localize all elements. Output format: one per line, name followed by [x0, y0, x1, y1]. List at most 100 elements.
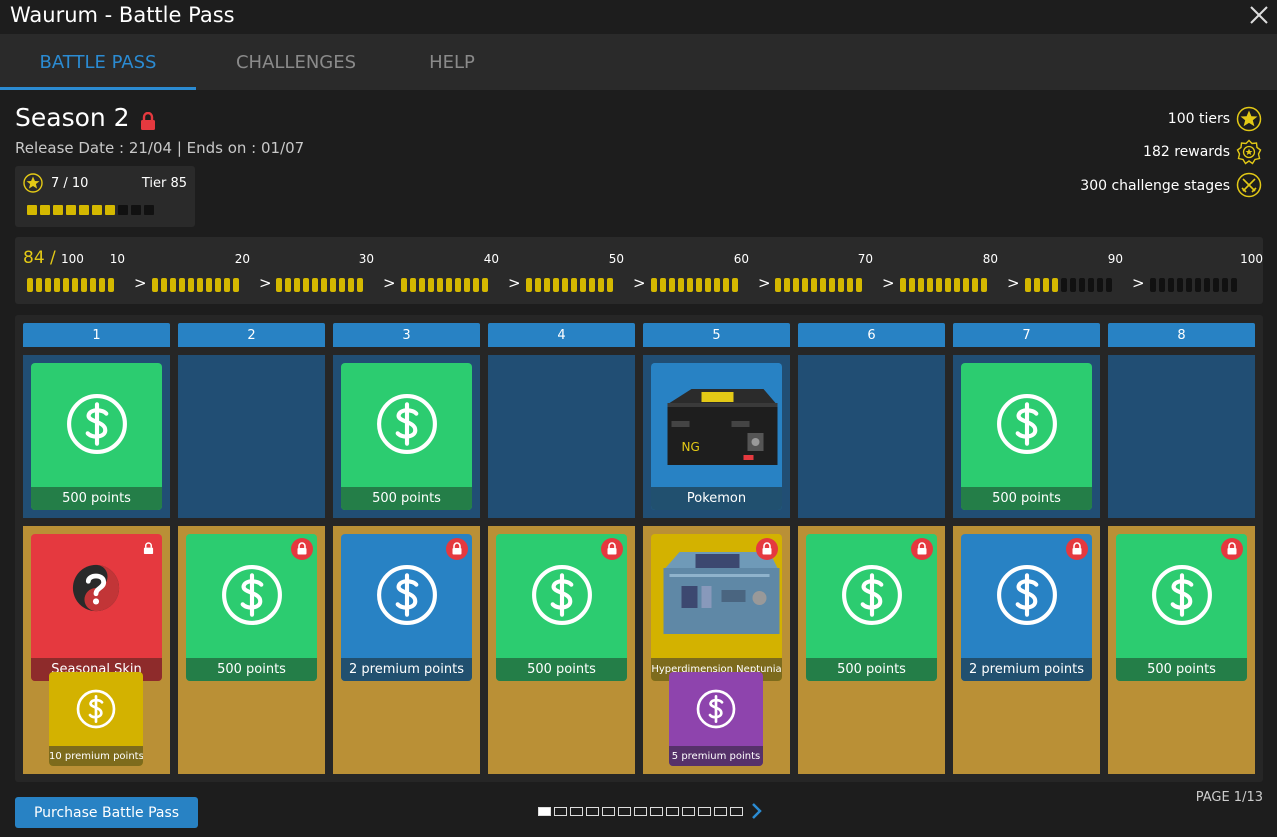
page-dot[interactable]	[682, 807, 695, 816]
title-bar: Waurum - Battle Pass	[0, 0, 1277, 34]
reward-label: 500 points	[496, 658, 627, 681]
crossed-swords-icon	[1236, 172, 1262, 198]
extra-reward-card[interactable]: 10 premium points	[49, 672, 143, 766]
tier-segment	[285, 278, 291, 292]
tier-marker: 10	[109, 252, 125, 266]
tab-help[interactable]: HELP	[396, 34, 508, 90]
tier-segment	[963, 278, 969, 292]
reward-card[interactable]: Seasonal Skin	[31, 534, 162, 681]
tier-marker: 40	[483, 252, 499, 266]
tier-segment	[1186, 278, 1192, 292]
page-indicator	[538, 807, 743, 816]
page-dot[interactable]	[714, 807, 727, 816]
tab-bar: BATTLE PASS CHALLENGES HELP	[0, 34, 1277, 90]
reward-card[interactable]: 500 points	[31, 363, 162, 510]
reward-card[interactable]: 500 points	[186, 534, 317, 681]
reward-card[interactable]: 2 premium points	[961, 534, 1092, 681]
page-label: PAGE 1/13	[1195, 790, 1263, 805]
star-icon	[1236, 106, 1262, 132]
release-date: Release Date : 21/04 | Ends on : 01/07	[15, 139, 305, 157]
chevron-right-icon: >	[259, 274, 272, 292]
page-dot[interactable]	[586, 807, 599, 816]
reward-card[interactable]: 2 premium points	[341, 534, 472, 681]
tab-challenges[interactable]: CHALLENGES	[196, 34, 396, 90]
dollar-coin-icon	[997, 394, 1057, 454]
tier-segment	[233, 278, 239, 292]
dollar-coin-icon	[222, 565, 282, 625]
page-dot[interactable]	[650, 807, 663, 816]
reward-card[interactable]: Hyperdimension Neptunia	[651, 534, 782, 681]
page-dot[interactable]	[602, 807, 615, 816]
free-reward-slot: 500 points	[333, 355, 480, 518]
tier-segment	[1043, 278, 1049, 292]
lock-icon	[756, 538, 778, 560]
tier-segment	[1159, 278, 1165, 292]
tier-segment	[1070, 278, 1076, 292]
tier-marker: 80	[982, 252, 998, 266]
reward-label: 500 points	[806, 658, 937, 681]
svg-text:NG: NG	[682, 440, 700, 454]
tier-marker: 60	[733, 252, 749, 266]
chevron-right-icon: >	[383, 274, 396, 292]
tier-segment	[45, 278, 51, 292]
tier-segment	[589, 278, 595, 292]
tier-segment	[455, 278, 461, 292]
tier-progress-segment	[66, 205, 76, 215]
tier-segment-group	[276, 278, 363, 292]
tier-segment	[553, 278, 559, 292]
page-dot[interactable]	[698, 807, 711, 816]
page-dot[interactable]	[634, 807, 647, 816]
free-reward-slot	[488, 355, 635, 518]
tier-column: 6 500 points	[798, 323, 945, 774]
lock-icon	[141, 112, 155, 130]
window-title: Waurum - Battle Pass	[10, 3, 235, 27]
pokemon-chest-icon: NG	[651, 363, 782, 487]
battle-pass-window: Waurum - Battle Pass BATTLE PASS CHALLEN…	[0, 0, 1277, 837]
purchase-battle-pass-button[interactable]: Purchase Battle Pass	[15, 797, 198, 828]
tier-segment	[215, 278, 221, 292]
reward-card[interactable]: 500 points	[1116, 534, 1247, 681]
free-reward-slot: 500 points	[953, 355, 1100, 518]
tier-segment	[1213, 278, 1219, 292]
tier-segment	[348, 278, 354, 292]
tier-segment	[170, 278, 176, 292]
tier-segment	[660, 278, 666, 292]
page-dot[interactable]	[618, 807, 631, 816]
max-tier-value: 100	[61, 252, 84, 266]
page-dot[interactable]	[554, 807, 567, 816]
tier-segment	[1061, 278, 1067, 292]
tier-segment	[401, 278, 407, 292]
premium-reward-slot: Seasonal Skin 10 premium points	[23, 526, 170, 774]
tier-segment	[927, 278, 933, 292]
reward-label: 500 points	[186, 658, 317, 681]
lock-icon	[601, 538, 623, 560]
page-dot[interactable]	[666, 807, 679, 816]
reward-card[interactable]: 500 points	[341, 363, 472, 510]
reward-card[interactable]: NG Pokemon	[651, 363, 782, 510]
reward-card[interactable]: 500 points	[806, 534, 937, 681]
tier-progress-segment	[118, 205, 128, 215]
tier-column: 2 500 points	[178, 323, 325, 774]
tier-segment-group	[401, 278, 488, 292]
tier-segment-group	[27, 278, 114, 292]
tier-segment	[1052, 278, 1058, 292]
page-dot[interactable]	[538, 807, 551, 816]
reward-label: 2 premium points	[341, 658, 472, 681]
tier-progress-segment	[79, 205, 89, 215]
tier-marker: 20	[234, 252, 250, 266]
extra-reward-card[interactable]: 5 premium points	[669, 672, 763, 766]
page-dot[interactable]	[730, 807, 743, 816]
tier-segment	[312, 278, 318, 292]
reward-card[interactable]: 500 points	[961, 363, 1092, 510]
tier-segment	[152, 278, 158, 292]
tab-battle-pass[interactable]: BATTLE PASS	[0, 34, 196, 90]
chevron-right-icon[interactable]	[750, 801, 762, 821]
free-reward-slot	[178, 355, 325, 518]
tier-progress-text: 7 / 10	[51, 176, 89, 191]
reward-card[interactable]: 500 points	[496, 534, 627, 681]
page-dot[interactable]	[570, 807, 583, 816]
close-icon[interactable]	[1248, 4, 1270, 26]
tier-column-header: 8	[1108, 323, 1255, 347]
tier-segment	[723, 278, 729, 292]
chevron-right-icon: >	[508, 274, 521, 292]
